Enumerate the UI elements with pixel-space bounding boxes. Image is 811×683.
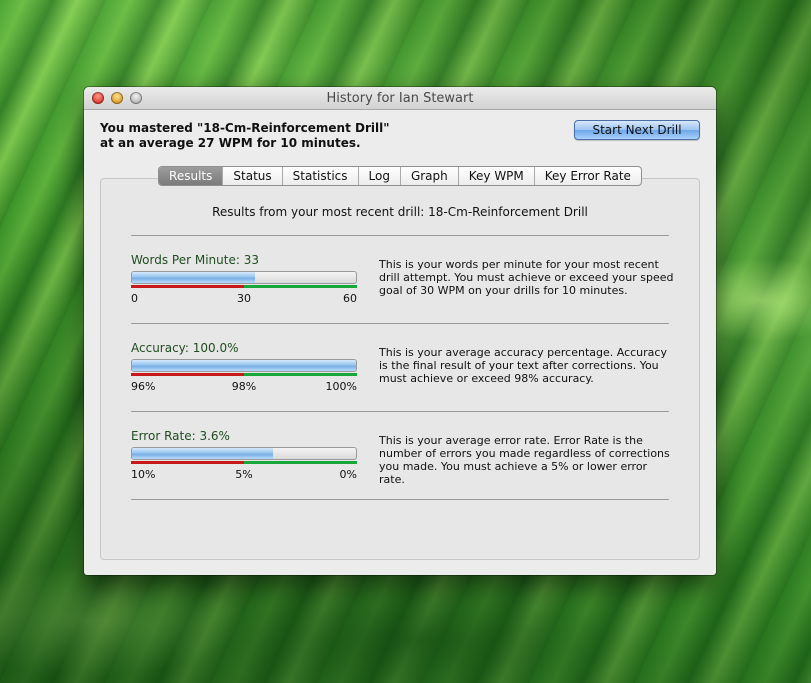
error-rate-bar-fill bbox=[132, 448, 274, 459]
drill-summary: You mastered "18-Cm-Reinforcement Drill"… bbox=[100, 121, 389, 151]
wpm-description: This is your words per minute for your m… bbox=[379, 258, 674, 297]
start-next-drill-button[interactable]: Start Next Drill bbox=[574, 120, 700, 140]
tab-status[interactable]: Status bbox=[223, 167, 283, 185]
accuracy-label: Accuracy: 100.0% bbox=[131, 341, 239, 355]
wpm-label: Words Per Minute: 33 bbox=[131, 253, 259, 267]
accuracy-progress-bar bbox=[131, 359, 357, 372]
tab-bar: Results Status Statistics Log Graph Key … bbox=[158, 166, 642, 186]
summary-line-1: You mastered "18-Cm-Reinforcement Drill" bbox=[100, 121, 390, 135]
results-heading: Results from your most recent drill: 18-… bbox=[212, 205, 588, 219]
results-panel: Results from your most recent drill: 18-… bbox=[100, 178, 700, 560]
accuracy-description: This is your average accuracy percentage… bbox=[379, 346, 667, 385]
summary-line-2: at an average 27 WPM for 10 minutes. bbox=[100, 136, 361, 150]
title-bar[interactable]: History for Ian Stewart bbox=[84, 87, 716, 110]
tab-key-error-rate[interactable]: Key Error Rate bbox=[535, 167, 641, 185]
window-controls bbox=[92, 92, 142, 104]
accuracy-tick-max: 100% bbox=[325, 380, 357, 393]
divider bbox=[131, 235, 669, 236]
tab-bar-wrapper: Results Status Statistics Log Graph Key … bbox=[84, 166, 716, 186]
error-rate-threshold bbox=[131, 461, 357, 464]
accuracy-tick-goal: 98% bbox=[231, 380, 257, 393]
window-title: History for Ian Stewart bbox=[326, 91, 474, 106]
error-rate-threshold-fail bbox=[131, 461, 244, 464]
accuracy-bar-fill bbox=[132, 360, 356, 371]
error-rate-label: Error Rate: 3.6% bbox=[131, 429, 230, 443]
accuracy-scale: 96% 98% 100% bbox=[131, 380, 357, 393]
error-rate-tick-max: 0% bbox=[339, 468, 357, 481]
wpm-threshold-pass bbox=[244, 285, 357, 288]
minimize-icon[interactable] bbox=[111, 92, 123, 104]
error-rate-progress-bar bbox=[131, 447, 357, 460]
wpm-tick-max: 60 bbox=[343, 292, 357, 305]
error-rate-description: This is your average error rate. Error R… bbox=[379, 434, 670, 486]
error-rate-tick-min: 10% bbox=[131, 468, 156, 481]
wpm-progress-bar bbox=[131, 271, 357, 284]
wpm-tick-goal: 30 bbox=[237, 292, 251, 305]
accuracy-tick-min: 96% bbox=[131, 380, 156, 393]
error-rate-scale: 10% 5% 0% bbox=[131, 468, 357, 481]
error-rate-threshold-pass bbox=[244, 461, 357, 464]
accuracy-threshold-pass bbox=[244, 373, 357, 376]
tab-statistics[interactable]: Statistics bbox=[283, 167, 359, 185]
wpm-threshold-fail bbox=[131, 285, 244, 288]
tab-results[interactable]: Results bbox=[159, 167, 224, 185]
tab-log[interactable]: Log bbox=[359, 167, 401, 185]
accuracy-threshold bbox=[131, 373, 357, 376]
wpm-tick-min: 0 bbox=[131, 292, 138, 305]
error-rate-tick-goal: 5% bbox=[235, 468, 253, 481]
wpm-bar-fill bbox=[132, 272, 256, 283]
tab-graph[interactable]: Graph bbox=[401, 167, 459, 185]
accuracy-threshold-fail bbox=[131, 373, 244, 376]
close-icon[interactable] bbox=[92, 92, 104, 104]
zoom-icon[interactable] bbox=[130, 92, 142, 104]
tab-key-wpm[interactable]: Key WPM bbox=[459, 167, 535, 185]
divider bbox=[131, 499, 669, 500]
divider bbox=[131, 323, 669, 324]
divider bbox=[131, 411, 669, 412]
history-window: History for Ian Stewart You mastered "18… bbox=[84, 87, 716, 575]
wpm-threshold bbox=[131, 285, 357, 288]
wpm-scale: 0 30 60 bbox=[131, 292, 357, 305]
